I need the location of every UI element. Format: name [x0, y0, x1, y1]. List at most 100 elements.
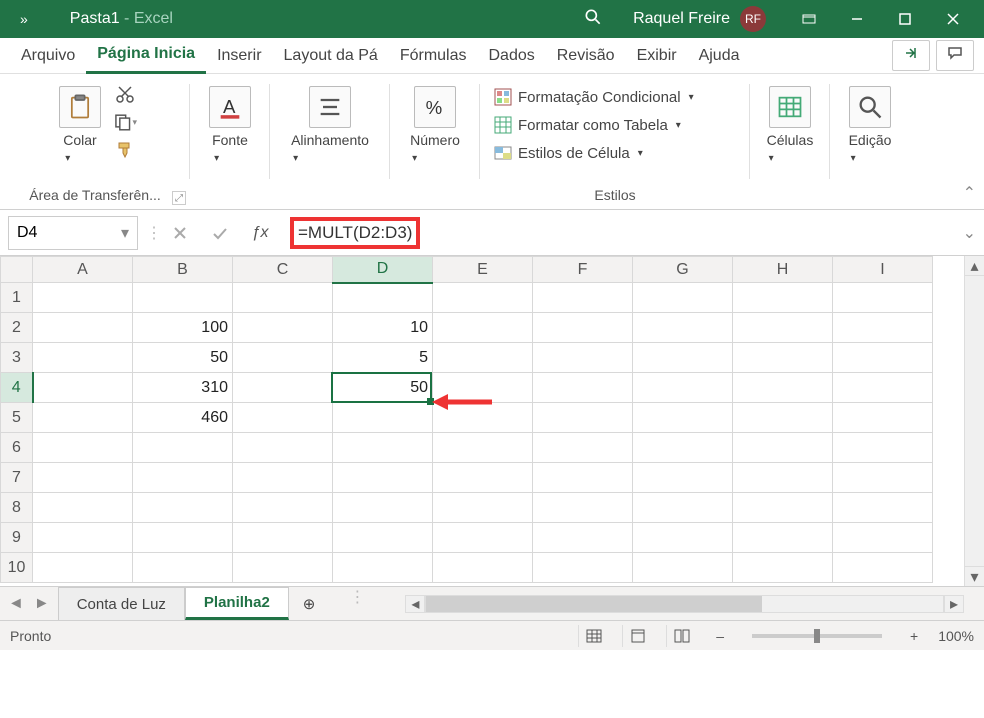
cell[interactable] [33, 463, 133, 493]
cell[interactable] [633, 403, 733, 433]
minimize-button[interactable] [834, 0, 880, 38]
zoom-level[interactable]: 100% [938, 628, 974, 644]
row-header[interactable]: 7 [1, 463, 33, 493]
zoom-slider[interactable] [752, 634, 882, 638]
cell[interactable] [733, 373, 833, 403]
sheet-tab-planilha2[interactable]: Planilha2 [185, 587, 289, 620]
comments-button[interactable] [936, 40, 974, 71]
name-box[interactable]: D4 ▾ [8, 216, 138, 250]
cell[interactable] [333, 433, 433, 463]
cell[interactable] [333, 463, 433, 493]
tab-dados[interactable]: Dados [478, 39, 546, 73]
cell[interactable] [833, 463, 933, 493]
cell[interactable] [833, 553, 933, 583]
row-header[interactable]: 3 [1, 343, 33, 373]
cell[interactable] [233, 373, 333, 403]
row-header[interactable]: 9 [1, 523, 33, 553]
cell[interactable] [233, 433, 333, 463]
sheet-tab-conta-de-luz[interactable]: Conta de Luz [58, 587, 185, 620]
cell[interactable] [33, 373, 133, 403]
cell[interactable] [333, 493, 433, 523]
format-painter-button[interactable] [113, 138, 137, 162]
expand-formula-bar-icon[interactable]: ⌄ [963, 223, 976, 243]
cell[interactable] [633, 433, 733, 463]
cell[interactable] [733, 343, 833, 373]
cell[interactable] [833, 373, 933, 403]
next-sheet-icon[interactable]: ► [34, 595, 50, 613]
cell[interactable] [233, 523, 333, 553]
cell[interactable] [733, 403, 833, 433]
cell[interactable] [133, 283, 233, 313]
cell[interactable] [33, 313, 133, 343]
add-sheet-button[interactable]: ⊕ [289, 587, 330, 620]
cancel-formula-button[interactable] [164, 217, 196, 249]
cell[interactable] [633, 553, 733, 583]
cell[interactable] [33, 283, 133, 313]
cell[interactable] [333, 283, 433, 313]
prev-sheet-icon[interactable]: ◄ [8, 595, 24, 613]
copy-button[interactable]: ▾ [113, 110, 137, 134]
horizontal-scrollbar[interactable]: ◂ ▸ [405, 587, 984, 620]
format-as-table-button[interactable]: Formatar como Tabela ▾ [490, 114, 740, 136]
cell[interactable] [733, 493, 833, 523]
insert-function-button[interactable]: ƒx [244, 217, 276, 249]
cell[interactable] [433, 313, 533, 343]
normal-view-icon[interactable] [578, 625, 608, 647]
conditional-formatting-button[interactable]: Formatação Condicional ▾ [490, 86, 740, 108]
cell[interactable] [833, 523, 933, 553]
cell[interactable] [533, 343, 633, 373]
tab-exibir[interactable]: Exibir [626, 39, 688, 73]
cell[interactable]: 50 [133, 343, 233, 373]
row-header[interactable]: 5 [1, 403, 33, 433]
cell[interactable] [533, 283, 633, 313]
quick-access-chevron-icon[interactable]: » [8, 11, 40, 27]
cell[interactable] [433, 373, 533, 403]
cell[interactable] [533, 313, 633, 343]
cell[interactable] [733, 313, 833, 343]
ribbon-display-icon[interactable] [786, 0, 832, 38]
row-header[interactable]: 2 [1, 313, 33, 343]
cell[interactable] [833, 313, 933, 343]
scroll-left-icon[interactable]: ◂ [405, 595, 425, 613]
cell[interactable] [33, 343, 133, 373]
row-header[interactable]: 6 [1, 433, 33, 463]
formula-input[interactable]: =MULT(D2:D3) ⌄ [284, 216, 976, 250]
cell[interactable] [733, 553, 833, 583]
cell[interactable]: 10 [333, 313, 433, 343]
cell[interactable] [733, 283, 833, 313]
cell[interactable] [433, 493, 533, 523]
cell[interactable] [433, 283, 533, 313]
cell[interactable] [433, 403, 533, 433]
column-header[interactable]: C [233, 257, 333, 283]
scroll-down-icon[interactable]: ▾ [965, 566, 984, 586]
cell[interactable]: 100 [133, 313, 233, 343]
column-header[interactable]: I [833, 257, 933, 283]
scroll-right-icon[interactable]: ▸ [944, 595, 964, 613]
cell[interactable] [33, 403, 133, 433]
share-button[interactable] [892, 40, 930, 71]
cell[interactable]: 50 [333, 373, 433, 403]
cell[interactable] [133, 523, 233, 553]
clipboard-launcher-icon[interactable]: ⤢ [172, 191, 186, 205]
spreadsheet-grid[interactable]: ABCDEFGHI121001035054310505460678910 ▴ ▾ [0, 256, 984, 586]
cell[interactable] [33, 553, 133, 583]
cell[interactable] [633, 283, 733, 313]
cell[interactable] [633, 523, 733, 553]
cell[interactable] [633, 313, 733, 343]
cell[interactable] [433, 523, 533, 553]
cell[interactable]: 310 [133, 373, 233, 403]
cell[interactable] [133, 463, 233, 493]
cell[interactable] [733, 523, 833, 553]
enter-formula-button[interactable] [204, 217, 236, 249]
page-layout-view-icon[interactable] [622, 625, 652, 647]
cell[interactable] [833, 493, 933, 523]
cell[interactable] [633, 493, 733, 523]
cell[interactable] [633, 343, 733, 373]
column-header[interactable]: A [33, 257, 133, 283]
cell[interactable] [733, 463, 833, 493]
tab-revisao[interactable]: Revisão [546, 39, 626, 73]
cell[interactable] [433, 463, 533, 493]
cell[interactable] [233, 493, 333, 523]
cells-button[interactable]: Células▾ [761, 82, 820, 168]
row-header[interactable]: 8 [1, 493, 33, 523]
